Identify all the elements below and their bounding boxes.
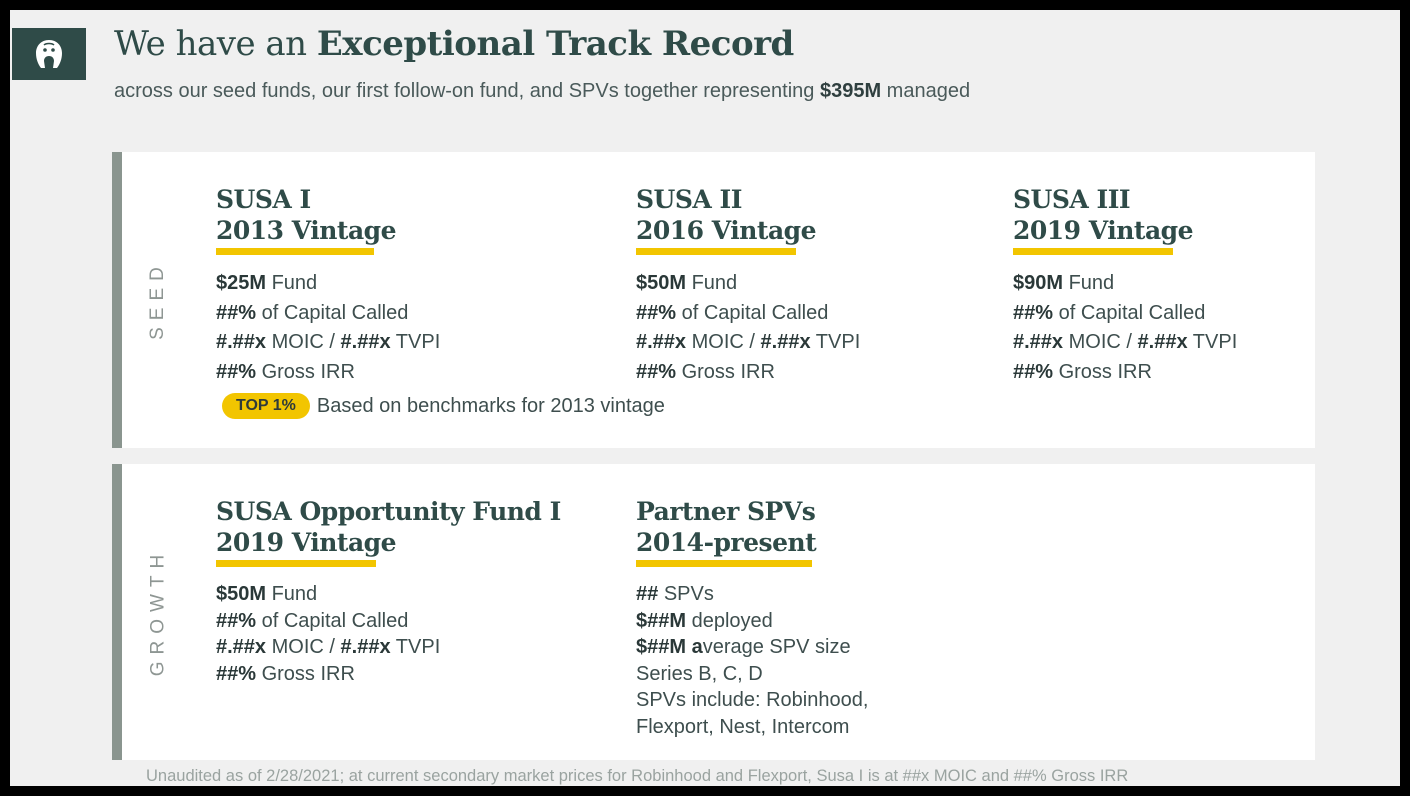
- slide: We have an Exceptional Track Record acro…: [10, 10, 1400, 786]
- top-percent-badge: TOP 1%: [222, 393, 310, 419]
- fund-vintage: 2013 Vintage: [216, 216, 397, 245]
- growth-panel: GROWTH SUSA Opportunity Fund I 2019 Vint…: [112, 464, 1315, 760]
- benchmark-row: TOP 1% Based on benchmarks for 2013 vint…: [222, 393, 665, 419]
- spv-deployed: $##M deployed: [636, 609, 773, 632]
- moic-tvpi: #.##x MOIC / #.##x TVPI: [216, 636, 441, 658]
- spv-average-size: $##M average SPV size: [636, 636, 851, 658]
- fund-vintage: 2019 Vintage: [1013, 216, 1194, 245]
- fund-vintage: 2016 Vintage: [636, 216, 817, 245]
- spv-includes-line-2: Flexport, Nest, Intercom: [636, 715, 850, 738]
- fund-vintage: 2014-present: [636, 528, 817, 557]
- fund-card-susa-iii: SUSA III 2019 Vintage $90M Fund ##% of C…: [1013, 184, 1237, 387]
- fund-card-partner-spvs: Partner SPVs 2014-present ## SPVs $##M d…: [636, 496, 868, 740]
- spv-includes-line-1: SPVs include: Robinhood,: [636, 689, 869, 711]
- vintage-underline: [636, 248, 796, 255]
- vintage-underline: [636, 560, 812, 567]
- gross-irr: ##% Gross IRR: [636, 360, 775, 383]
- fund-name: SUSA III: [1013, 185, 1131, 214]
- fund-card-opportunity: SUSA Opportunity Fund I 2019 Vintage $50…: [216, 496, 561, 687]
- capital-called: ##% of Capital Called: [636, 301, 829, 324]
- moic-tvpi: #.##x MOIC / #.##x TVPI: [1013, 331, 1238, 353]
- seed-panel: SEED SUSA I 2013 Vintage $25M Fund ##% o…: [112, 152, 1315, 448]
- fund-size: $90M Fund: [1013, 272, 1115, 294]
- logo: [12, 28, 86, 80]
- fund-name: SUSA II: [636, 185, 742, 214]
- capital-called: ##% of Capital Called: [216, 609, 409, 632]
- fund-name: SUSA Opportunity Fund I: [216, 497, 561, 526]
- gross-irr: ##% Gross IRR: [216, 360, 355, 383]
- fund-vintage: 2019 Vintage: [216, 528, 397, 557]
- vintage-underline: [1013, 248, 1173, 255]
- benchmark-text: Based on benchmarks for 2013 vintage: [316, 394, 665, 417]
- page-title: We have an Exceptional Track Record: [114, 24, 794, 64]
- spv-count: ## SPVs: [636, 583, 714, 605]
- capital-called: ##% of Capital Called: [1013, 301, 1206, 324]
- moic-tvpi: #.##x MOIC / #.##x TVPI: [216, 331, 441, 353]
- fund-size: $25M Fund: [216, 272, 318, 294]
- growth-section-label: GROWTH: [147, 547, 169, 677]
- gross-irr: ##% Gross IRR: [216, 662, 355, 685]
- page-subtitle: across our seed funds, our first follow-…: [114, 80, 971, 102]
- capital-called: ##% of Capital Called: [216, 301, 409, 324]
- fund-size: $50M Fund: [216, 583, 318, 605]
- gross-irr: ##% Gross IRR: [1013, 360, 1152, 383]
- fund-size: $50M Fund: [636, 272, 738, 294]
- gorilla-logo-icon: [36, 40, 62, 68]
- footnote: Unaudited as of 2/28/2021; at current se…: [146, 767, 1129, 785]
- spv-series: Series B, C, D: [636, 662, 763, 685]
- fund-card-susa-i: SUSA I 2013 Vintage $25M Fund ##% of Cap…: [216, 184, 440, 387]
- moic-tvpi: #.##x MOIC / #.##x TVPI: [636, 331, 861, 353]
- fund-name: Partner SPVs: [636, 497, 816, 526]
- fund-card-susa-ii: SUSA II 2016 Vintage $50M Fund ##% of Ca…: [636, 184, 860, 387]
- fund-name: SUSA I: [216, 185, 311, 214]
- vintage-underline: [216, 248, 374, 255]
- vintage-underline: [216, 560, 376, 567]
- seed-section-label: SEED: [147, 260, 168, 340]
